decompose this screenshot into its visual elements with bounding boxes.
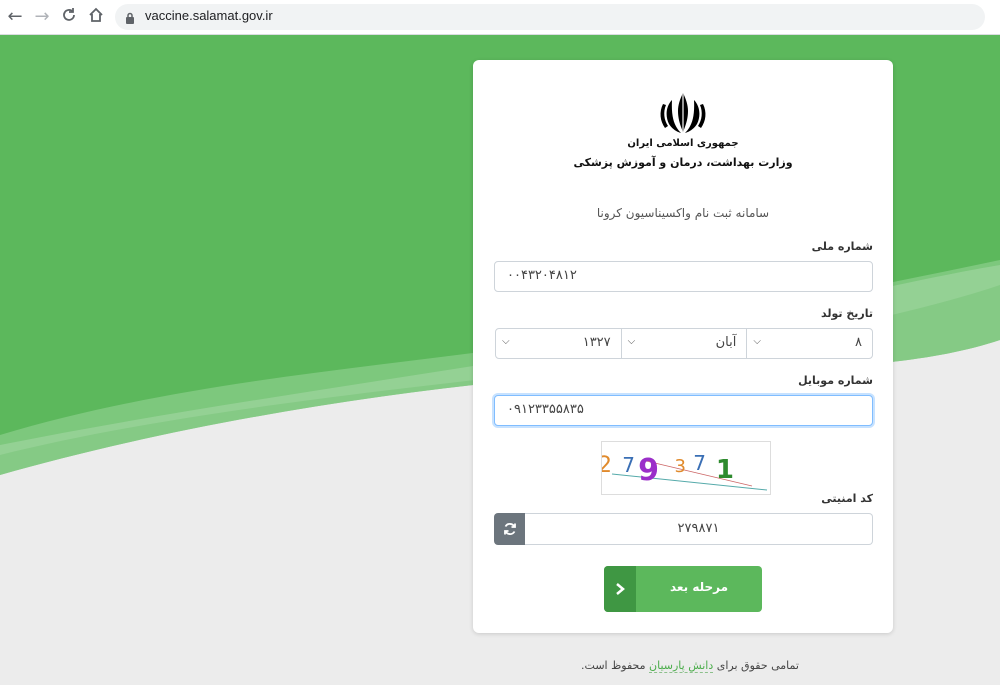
birth-year-value: ۱۳۲۷ bbox=[582, 335, 611, 350]
national-id-label: شماره ملی bbox=[811, 240, 873, 253]
footer-text-before: تمامی حقوق برای bbox=[716, 659, 799, 672]
footer-company-link[interactable]: دانش پارسیان bbox=[649, 659, 714, 673]
refresh-icon bbox=[503, 523, 516, 535]
chevron-right-icon bbox=[604, 566, 636, 612]
mobile-label: شماره موبایل bbox=[798, 374, 873, 387]
mobile-value: ۰۹۱۲۳۳۵۵۸۳۵ bbox=[507, 402, 584, 417]
footer-copyright: تمامی حقوق برای دانش پارسیان محفوظ است. bbox=[540, 659, 840, 673]
chevron-down-icon: ⌵ bbox=[753, 336, 761, 347]
home-icon[interactable] bbox=[86, 7, 106, 27]
forward-icon[interactable]: → bbox=[32, 7, 52, 27]
chevron-down-icon: ⌵ bbox=[501, 336, 510, 347]
system-title: سامانه ثبت نام واکسیناسیون کرونا bbox=[596, 206, 770, 220]
url-text: vaccine.salamat.gov.ir bbox=[145, 8, 273, 23]
birth-year-select[interactable]: ۱۳۲۷ ⌵ bbox=[496, 329, 621, 358]
security-code-input[interactable]: ۲۷۹۸۷۱ bbox=[525, 513, 873, 545]
national-id-value: ۰۰۴۳۲۰۴۸۱۲ bbox=[507, 268, 577, 283]
iran-emblem-icon bbox=[660, 90, 706, 136]
mobile-input[interactable]: ۰۹۱۲۳۳۵۵۸۳۵ bbox=[494, 395, 873, 426]
footer-text-after: محفوظ است. bbox=[581, 659, 646, 672]
registration-card: جمهوری اسلامی ایران وزارت بهداشت، درمان … bbox=[473, 60, 893, 633]
svg-text:3: 3 bbox=[675, 456, 686, 477]
birth-date-label: تاریخ تولد bbox=[821, 307, 873, 320]
svg-text:7: 7 bbox=[693, 451, 706, 475]
reload-icon[interactable] bbox=[59, 7, 79, 27]
birth-month-value: آبان bbox=[715, 335, 737, 350]
chevron-down-icon: ⌵ bbox=[627, 336, 636, 347]
svg-text:2: 2 bbox=[602, 453, 612, 478]
svg-text:1: 1 bbox=[716, 455, 734, 485]
ministry-line-1: جمهوری اسلامی ایران bbox=[627, 138, 739, 149]
back-icon[interactable]: ← bbox=[5, 7, 25, 27]
security-code-group: ۲۷۹۸۷۱ bbox=[494, 513, 873, 545]
address-bar[interactable]: vaccine.salamat.gov.ir bbox=[115, 4, 985, 30]
browser-toolbar: ← → vaccine.salamat.gov.ir bbox=[0, 0, 1000, 35]
next-step-label: مرحله بعد bbox=[669, 580, 729, 594]
security-code-label: کد امنیتی bbox=[821, 492, 873, 505]
security-code-value: ۲۷۹۸۷۱ bbox=[677, 521, 720, 536]
national-id-input[interactable]: ۰۰۴۳۲۰۴۸۱۲ bbox=[494, 261, 873, 292]
svg-text:7: 7 bbox=[622, 453, 635, 477]
refresh-captcha-button[interactable] bbox=[494, 513, 525, 545]
lock-icon bbox=[125, 10, 135, 29]
next-step-button[interactable]: مرحله بعد bbox=[604, 566, 762, 612]
birth-date-selects: ۸ ⌵ آبان ⌵ ۱۳۲۷ ⌵ bbox=[495, 328, 873, 359]
ministry-line-2: وزارت بهداشت، درمان و آموزش پزشکی bbox=[573, 156, 793, 169]
birth-day-select[interactable]: ۸ ⌵ bbox=[746, 329, 872, 358]
svg-text:9: 9 bbox=[638, 453, 659, 488]
birth-day-value: ۸ bbox=[855, 335, 862, 350]
captcha-image: 2 7 9 3 7 1 bbox=[598, 441, 771, 495]
birth-month-select[interactable]: آبان ⌵ bbox=[620, 329, 747, 358]
